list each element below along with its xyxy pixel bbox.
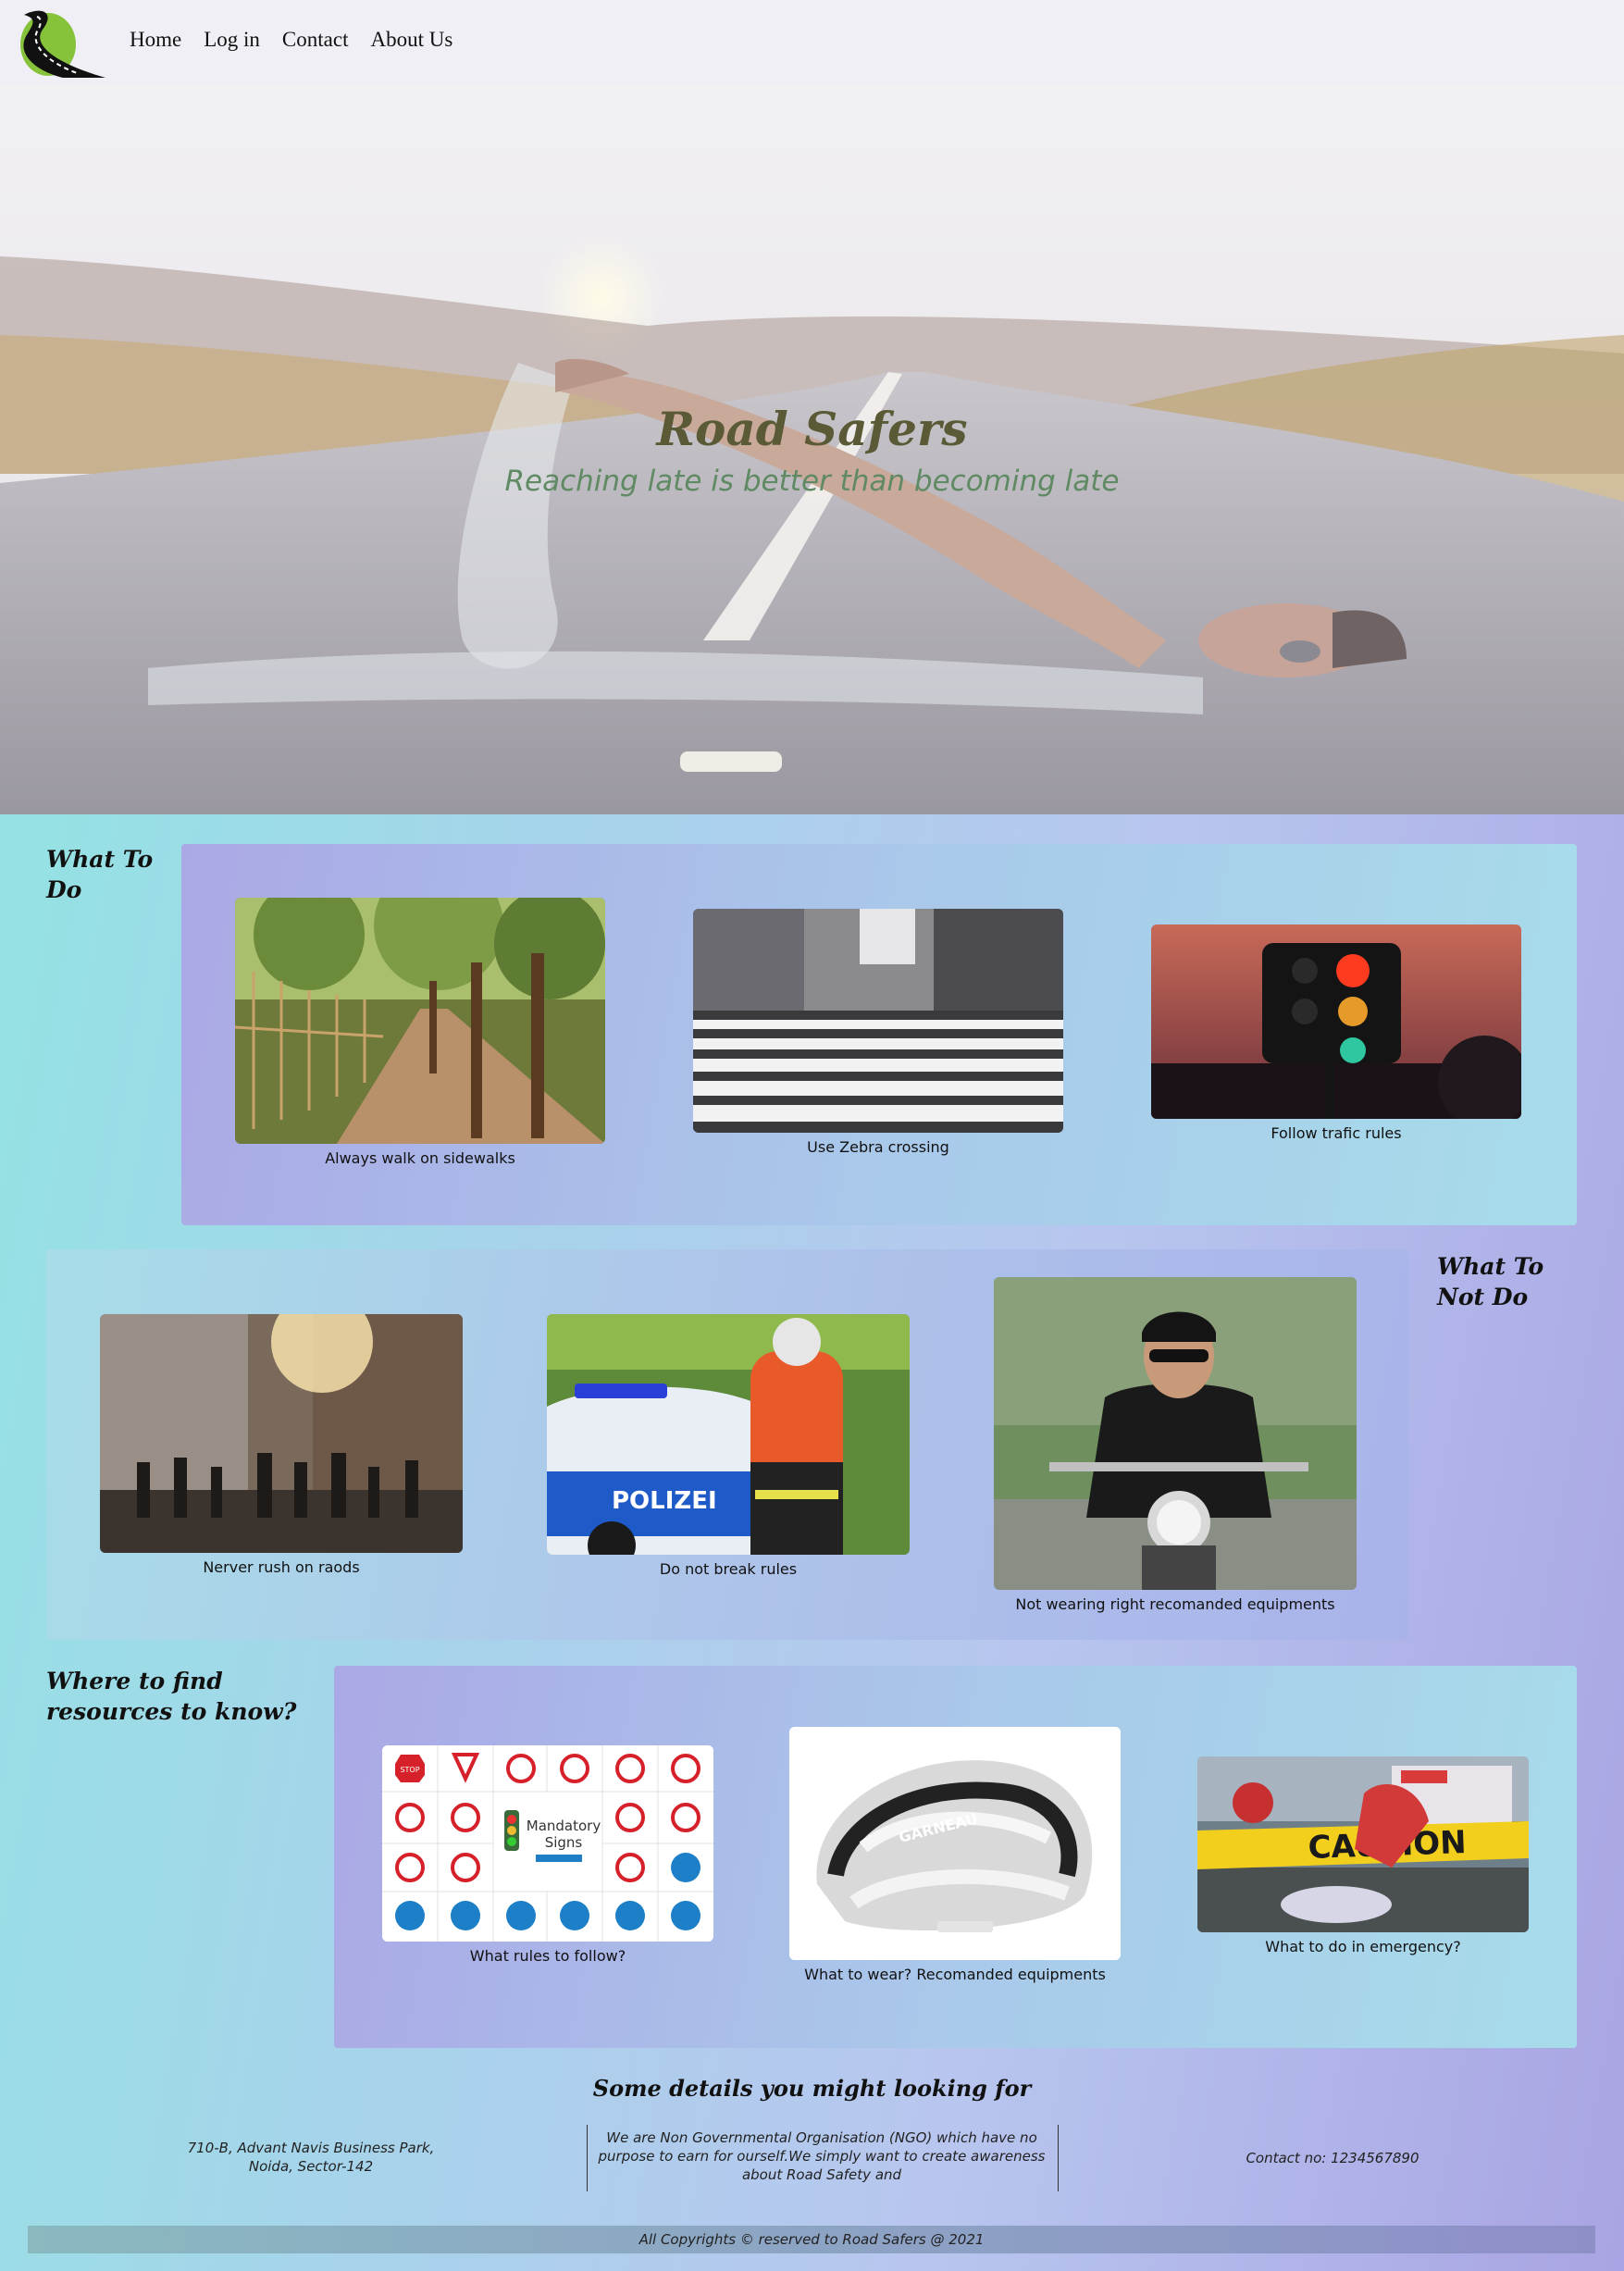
what-to-do-panel: Always walk on sidewalks Use Zebra cross… <box>181 844 1577 1225</box>
traffic-light-photo <box>1151 925 1521 1119</box>
card-zebra-crossing[interactable]: Use Zebra crossing <box>693 909 1063 1177</box>
card-caption: Do not break rules <box>659 1560 798 1578</box>
svg-text:POLIZEI: POLIZEI <box>612 1487 717 1515</box>
police-car-photo: POLIZEI <box>547 1314 910 1555</box>
top-nav: Home Log in Contact About Us <box>0 0 1624 85</box>
svg-text:Signs: Signs <box>545 1834 583 1851</box>
footer-address: 710-B, Advant Navis Business Park, Noida… <box>187 2140 435 2175</box>
mandatory-signs-label: Mandatory <box>527 1818 601 1834</box>
mandatory-signs-chart: STOP Mandatory Signs <box>382 1745 713 1942</box>
nav-links: Home Log in Contact About Us <box>130 28 452 52</box>
hero-banner: Road Safers Reaching late is better than… <box>0 85 1624 814</box>
nav-contact-link[interactable]: Contact <box>282 28 349 52</box>
crowd-street-photo <box>100 1314 463 1553</box>
footer-contact: Contact no: 1234567890 <box>1246 2150 1419 2166</box>
card-dont-break-rules[interactable]: POLIZEI Do not break rules <box>547 1314 910 1592</box>
card-rules-to-follow[interactable]: STOP Mandatory Signs What rules to follo… <box>382 1745 713 1986</box>
site-title: Road Safers <box>656 402 968 456</box>
card-what-to-wear[interactable]: GARNEAU What to wear? Recomanded equipme… <box>789 1727 1121 1995</box>
what-not-to-do-panel: Nerver rush on raods POLIZEI Do not brea… <box>46 1249 1408 1640</box>
caution-tape-photo: CAUTION <box>1197 1756 1529 1932</box>
nav-about-link[interactable]: About Us <box>370 28 452 52</box>
card-follow-traffic-rules[interactable]: Follow trafic rules <box>1151 925 1521 1156</box>
copyright-bar: All Copyrights © reserved to Road Safers… <box>28 2226 1595 2253</box>
card-emergency[interactable]: CAUTION What to do in emergency? <box>1197 1756 1529 1979</box>
card-caption: What to do in emergency? <box>1265 1938 1461 1955</box>
resources-panel: STOP Mandatory Signs What rules to follo… <box>334 1666 1577 2048</box>
card-caption: What rules to follow? <box>469 1947 626 1965</box>
zebra-crossing-photo <box>693 909 1063 1133</box>
card-caption: Use Zebra crossing <box>807 1138 949 1156</box>
card-caption: Not wearing right recomanded equipments <box>1015 1595 1335 1613</box>
motorbike-rider-photo <box>994 1277 1357 1590</box>
svg-text:STOP: STOP <box>400 1766 419 1774</box>
resources-heading: Where to find resources to know? <box>46 1668 297 1725</box>
card-walk-sidewalks[interactable]: Always walk on sidewalks <box>235 898 605 1185</box>
footer-divider-right <box>1058 2125 1059 2191</box>
card-caption: Nerver rush on raods <box>203 1558 360 1576</box>
card-caption: Follow trafic rules <box>1271 1124 1402 1142</box>
card-never-rush[interactable]: Nerver rush on raods <box>100 1314 463 1592</box>
what-to-do-heading: What To Do <box>46 846 154 903</box>
footer-about: We are Non Governmental Organisation (NG… <box>598 2129 1046 2183</box>
card-wear-equipment[interactable]: Not wearing right recomanded equipments <box>994 1277 1357 1629</box>
nav-home-link[interactable]: Home <box>130 28 181 52</box>
nav-login-link[interactable]: Log in <box>204 28 260 52</box>
helmet-photo: GARNEAU <box>789 1727 1121 1960</box>
site-tagline: Reaching late is better than becoming la… <box>504 465 1120 498</box>
sidewalk-photo <box>235 898 605 1144</box>
footer-divider-left <box>587 2125 588 2191</box>
footer-heading: Some details you might looking for <box>592 2075 1032 2102</box>
what-not-to-do-heading: What To Not Do <box>1437 1253 1544 1310</box>
road-logo-icon[interactable] <box>15 6 105 78</box>
card-caption: What to wear? Recomanded equipments <box>804 1966 1106 1983</box>
card-caption: Always walk on sidewalks <box>325 1149 515 1167</box>
